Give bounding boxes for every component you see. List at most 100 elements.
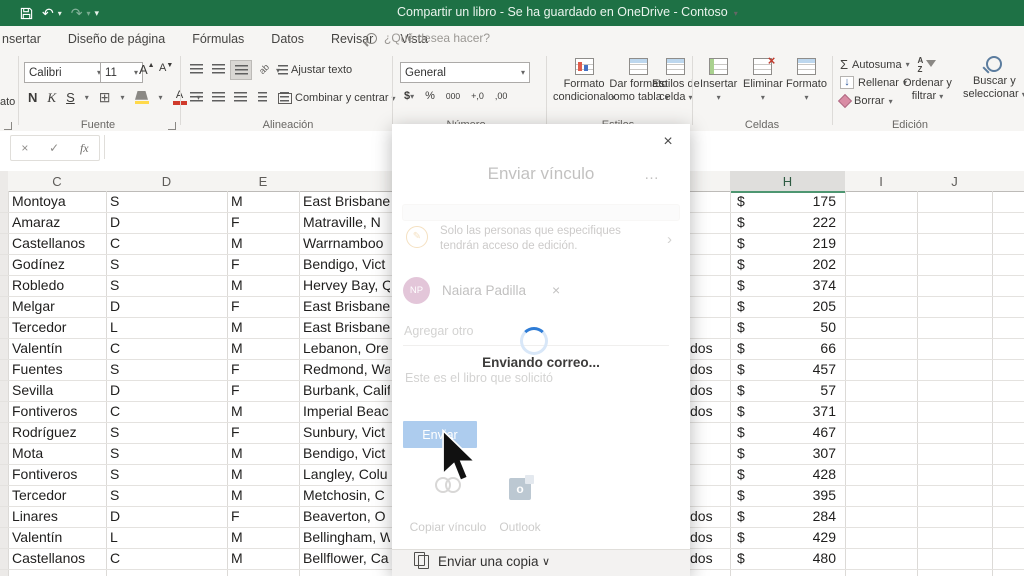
cell-lastname[interactable]: Linares — [12, 506, 104, 527]
cell-currency[interactable]: $ — [737, 485, 747, 506]
cell-gender[interactable]: F — [231, 212, 271, 233]
italic-button[interactable]: K — [47, 90, 56, 106]
decrease-indent-button[interactable] — [252, 88, 272, 106]
cell-lastname[interactable]: Fontiveros — [12, 401, 104, 422]
cell-country-tail[interactable]: dos — [690, 527, 728, 548]
cell-city[interactable]: Langley, Colu — [303, 464, 390, 485]
cell-lastname[interactable]: Rodríguez — [12, 422, 104, 443]
increase-font-button[interactable]: A▲ — [139, 62, 155, 77]
wrap-text-button[interactable]: Ajustar texto — [278, 64, 352, 76]
title-dropdown-icon[interactable]: ▾ — [734, 9, 738, 18]
cell-city[interactable]: East Brisbane — [303, 317, 390, 338]
redo-dropdown-icon[interactable]: ▾ — [86, 9, 90, 18]
cell-currency[interactable]: $ — [737, 254, 747, 275]
conditional-formatting-button[interactable]: Formatocondicional ▾ — [553, 58, 615, 104]
column-header-H[interactable]: H — [730, 171, 846, 193]
cell-status[interactable]: L — [110, 317, 150, 338]
cell-country-tail[interactable] — [690, 275, 728, 296]
cell-status[interactable]: C — [110, 233, 150, 254]
cell-lastname[interactable]: Valentín — [12, 338, 104, 359]
cell-lastname[interactable]: Fuentes — [12, 359, 104, 380]
outlook-label[interactable]: Outlook — [488, 520, 552, 534]
cell-city[interactable]: Bendigo, Vict — [303, 443, 390, 464]
cell-amount[interactable]: 202 — [748, 254, 836, 275]
dialog-close-button[interactable]: × — [658, 132, 678, 152]
borders-button[interactable]: ⊞ — [99, 89, 111, 106]
cell-gender[interactable]: M — [231, 233, 271, 254]
decrease-font-button[interactable]: A▼ — [159, 62, 173, 74]
recipient-input-box[interactable] — [402, 204, 680, 221]
cell-amount[interactable]: 467 — [748, 422, 836, 443]
cell-city[interactable]: Bellflower, Ca — [303, 548, 390, 569]
insert-function-icon[interactable]: fx — [80, 141, 89, 156]
accounting-format-button[interactable]: $▾ — [404, 90, 414, 102]
sort-filter-button[interactable]: AZ Ordenar yfiltrar ▾ — [903, 57, 952, 103]
cell-lastname[interactable]: Castellanos — [12, 233, 104, 254]
cell-amount[interactable]: 374 — [748, 275, 836, 296]
column-header-D[interactable]: D — [106, 171, 228, 192]
cell-currency[interactable]: $ — [737, 191, 747, 212]
cell-country-tail[interactable] — [690, 296, 728, 317]
cell-gender[interactable]: F — [231, 254, 271, 275]
ribbon-tab-0[interactable]: nsertar — [2, 32, 41, 46]
cell-currency[interactable]: $ — [737, 380, 747, 401]
cell-amount[interactable]: 205 — [748, 296, 836, 317]
cell-country-tail[interactable] — [690, 443, 728, 464]
undo-icon[interactable]: ↶ — [42, 6, 54, 20]
cell-currency[interactable]: $ — [737, 233, 747, 254]
delete-cells-button[interactable]: Eliminar▾ — [743, 58, 783, 104]
cell-lastname[interactable]: Montoya — [12, 191, 104, 212]
cell-gender[interactable]: M — [231, 275, 271, 296]
column-header-blank[interactable] — [299, 171, 393, 192]
cell-status[interactable]: C — [110, 401, 150, 422]
cancel-entry-icon[interactable]: × — [21, 141, 28, 155]
cell-status[interactable]: C — [110, 338, 150, 359]
cell-currency[interactable]: $ — [737, 464, 747, 485]
fill-color-button[interactable] — [135, 91, 149, 105]
comma-style-button[interactable]: 000 — [446, 91, 460, 101]
cell-currency[interactable]: $ — [737, 317, 747, 338]
cell-amount[interactable]: 57 — [748, 380, 836, 401]
cell-currency[interactable]: $ — [737, 422, 747, 443]
align-bottom-button[interactable] — [230, 60, 252, 80]
align-right-button[interactable] — [230, 88, 250, 106]
cell-city[interactable]: Hervey Bay, Q — [303, 275, 390, 296]
cell-country-tail[interactable] — [690, 464, 728, 485]
cell-amount[interactable]: 175 — [748, 191, 836, 212]
cell-country-tail[interactable]: dos — [690, 506, 728, 527]
cell-city[interactable]: Warrnamboo — [303, 233, 390, 254]
cell-lastname[interactable]: Tercedor — [12, 317, 104, 338]
cell-gender[interactable]: M — [231, 464, 271, 485]
cell-city[interactable]: Lebanon, Ore — [303, 338, 390, 359]
align-top-button[interactable] — [186, 60, 206, 78]
cell-gender[interactable]: F — [231, 422, 271, 443]
cell-currency[interactable]: $ — [737, 506, 747, 527]
ribbon-tab-2[interactable]: Fórmulas — [192, 32, 244, 46]
font-name-select[interactable]: Calibri▾ — [24, 62, 106, 83]
align-middle-button[interactable] — [208, 60, 228, 78]
cell-status[interactable]: S — [110, 485, 150, 506]
cell-city[interactable]: Sunbury, Vict — [303, 422, 390, 443]
cell-city[interactable]: Matraville, N — [303, 212, 390, 233]
merge-center-button[interactable]: Combinar y centrar ▾ — [278, 92, 396, 104]
remove-recipient-icon[interactable]: × — [552, 282, 560, 298]
add-more-placeholder[interactable]: Agregar otro — [404, 324, 473, 338]
ribbon-tab-3[interactable]: Datos — [271, 32, 304, 46]
percent-style-button[interactable]: % — [425, 90, 435, 102]
cell-amount[interactable]: 307 — [748, 443, 836, 464]
cell-status[interactable]: C — [110, 548, 150, 569]
cell-amount[interactable]: 50 — [748, 317, 836, 338]
confirm-entry-icon[interactable]: ✓ — [49, 141, 59, 155]
cell-country-tail[interactable] — [690, 485, 728, 506]
cell-status[interactable]: S — [110, 359, 150, 380]
cell-status[interactable]: S — [110, 443, 150, 464]
cell-country-tail[interactable]: dos — [690, 380, 728, 401]
cell-amount[interactable]: 480 — [748, 548, 836, 569]
cell-status[interactable]: L — [110, 527, 150, 548]
font-size-select[interactable]: 11▾ — [100, 62, 143, 83]
cell-amount[interactable]: 428 — [748, 464, 836, 485]
cell-status[interactable]: S — [110, 275, 150, 296]
customize-qat-icon[interactable]: ▾ — [95, 8, 100, 19]
cell-country-tail[interactable] — [690, 233, 728, 254]
cell-country-tail[interactable]: dos — [690, 548, 728, 569]
